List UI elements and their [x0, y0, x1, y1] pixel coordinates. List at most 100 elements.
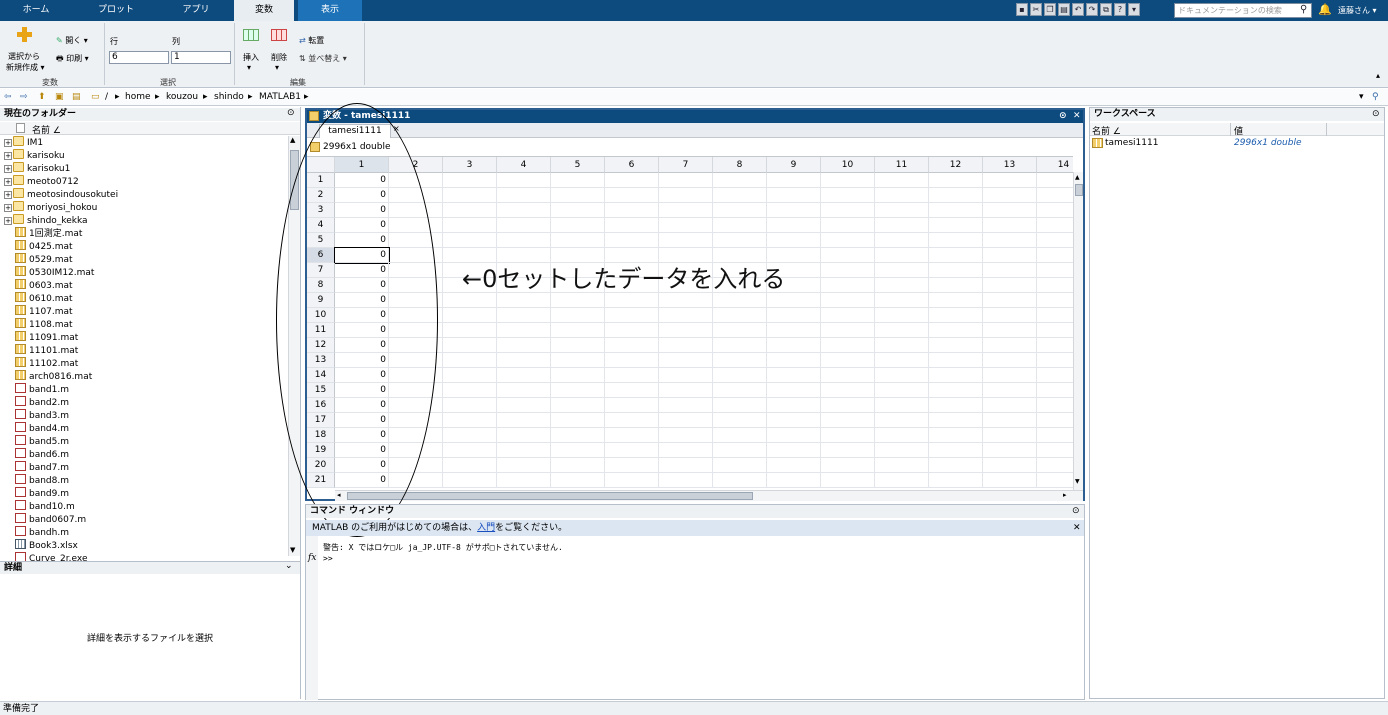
column-header[interactable]: 14	[1037, 157, 1073, 173]
insert-dropdown-arrow[interactable]: ▾	[247, 63, 251, 72]
grid-cell[interactable]	[821, 368, 875, 383]
expand-icon[interactable]: +	[4, 191, 12, 199]
grid-cell[interactable]	[713, 173, 767, 188]
panel-options-icon[interactable]: ⊙	[1072, 506, 1080, 516]
grid-cell[interactable]	[875, 173, 929, 188]
tab-home[interactable]: ホーム	[0, 0, 72, 21]
grid-cell[interactable]	[659, 383, 713, 398]
grid-cell[interactable]	[875, 188, 929, 203]
grid-cell[interactable]	[875, 278, 929, 293]
undo-icon[interactable]: ↶	[1072, 3, 1084, 16]
scroll-thumb[interactable]	[1075, 184, 1083, 196]
list-item[interactable]: 11101.mat	[15, 344, 78, 357]
grid-cell[interactable]	[713, 458, 767, 473]
grid-cell[interactable]	[497, 308, 551, 323]
grid-cell[interactable]	[767, 368, 821, 383]
grid-cell[interactable]	[659, 323, 713, 338]
grid-cell[interactable]	[551, 383, 605, 398]
column-header[interactable]: 3	[443, 157, 497, 173]
list-item[interactable]: band2.m	[15, 396, 69, 409]
grid-cell[interactable]	[983, 458, 1037, 473]
folder-column-header[interactable]: 名前 ∠	[0, 122, 300, 136]
workspace-name-header[interactable]: 名前 ∠	[1092, 124, 1121, 137]
grid-cell[interactable]	[551, 443, 605, 458]
grid-cell[interactable]	[1037, 218, 1073, 233]
search-folder-icon[interactable]: ⚲	[1372, 92, 1379, 102]
grid-cell[interactable]	[443, 368, 497, 383]
grid-cell[interactable]	[767, 293, 821, 308]
grid-cell[interactable]	[929, 233, 983, 248]
column-header[interactable]: 6	[605, 157, 659, 173]
paste-icon[interactable]: ▤	[1058, 3, 1070, 16]
grid-cell[interactable]	[767, 413, 821, 428]
delete-dropdown-arrow[interactable]: ▾	[275, 63, 279, 72]
grid-cell[interactable]	[1037, 308, 1073, 323]
scroll-thumb[interactable]	[347, 492, 753, 500]
grid-cell[interactable]	[929, 413, 983, 428]
grid-cell[interactable]	[929, 173, 983, 188]
grid-cell[interactable]	[767, 353, 821, 368]
grid-cell[interactable]	[443, 218, 497, 233]
list-item[interactable]: band1.m	[15, 383, 69, 396]
tab-variable[interactable]: 変数	[234, 0, 294, 21]
grid-cell[interactable]	[875, 428, 929, 443]
grid-cell[interactable]	[443, 323, 497, 338]
list-item[interactable]: band6.m	[15, 448, 69, 461]
grid-cell[interactable]	[767, 473, 821, 488]
grid-cell[interactable]	[767, 323, 821, 338]
list-item[interactable]: band4.m	[15, 422, 69, 435]
browse-folder-icon[interactable]: ▣	[55, 92, 64, 102]
grid-cell[interactable]	[443, 173, 497, 188]
panel-options-icon[interactable]: ⊙	[1059, 110, 1067, 123]
list-item[interactable]: Book3.xlsx	[15, 539, 78, 552]
grid-cell[interactable]	[821, 398, 875, 413]
grid-cell[interactable]	[875, 398, 929, 413]
list-item[interactable]: band3.m	[15, 409, 69, 422]
grid-cell[interactable]	[551, 413, 605, 428]
cut-icon[interactable]: ✂	[1030, 3, 1042, 16]
grid-cell[interactable]	[821, 263, 875, 278]
grid-cell[interactable]	[983, 188, 1037, 203]
expand-icon[interactable]: +	[4, 217, 12, 225]
column-header[interactable]: 5	[551, 157, 605, 173]
grid-cell[interactable]	[983, 353, 1037, 368]
grid-cell[interactable]	[767, 188, 821, 203]
grid-cell[interactable]	[983, 428, 1037, 443]
grid-cell[interactable]	[983, 248, 1037, 263]
command-prompt[interactable]: >>	[323, 554, 333, 563]
row-index-input[interactable]: 6	[109, 51, 169, 64]
grid-cell[interactable]	[551, 173, 605, 188]
grid-cell[interactable]	[821, 323, 875, 338]
grid-cell[interactable]	[713, 368, 767, 383]
grid-cell[interactable]	[443, 338, 497, 353]
scroll-down-arrow[interactable]: ▼	[1075, 478, 1080, 485]
transpose-button[interactable]: ⇄ 転置	[299, 35, 324, 46]
grid-cell[interactable]	[767, 458, 821, 473]
grid-cell[interactable]	[875, 383, 929, 398]
list-item[interactable]: 0530IM12.mat	[15, 266, 94, 279]
grid-cell[interactable]	[983, 278, 1037, 293]
grid-cell[interactable]	[443, 188, 497, 203]
new-from-selection-button-line1[interactable]: 選択から	[8, 51, 40, 62]
grid-cell[interactable]	[605, 458, 659, 473]
grid-cell[interactable]	[1037, 473, 1073, 488]
grid-cell[interactable]	[929, 278, 983, 293]
grid-cell[interactable]	[713, 203, 767, 218]
list-item[interactable]: 1回測定.mat	[15, 227, 82, 240]
grid-cell[interactable]	[929, 398, 983, 413]
getting-started-link[interactable]: 入門	[477, 523, 495, 533]
grid-cell[interactable]	[983, 323, 1037, 338]
workspace-row[interactable]: tamesi1111 2996x1 double	[1090, 137, 1384, 150]
grid-cell[interactable]	[983, 413, 1037, 428]
grid-cell[interactable]	[551, 398, 605, 413]
column-header[interactable]: 13	[983, 157, 1037, 173]
grid-cell[interactable]	[875, 413, 929, 428]
grid-cell[interactable]	[659, 173, 713, 188]
insert-button[interactable]: 挿入	[243, 52, 259, 63]
grid-cell[interactable]	[1037, 203, 1073, 218]
breadcrumb-home[interactable]: home	[125, 92, 151, 102]
grid-cell[interactable]	[929, 338, 983, 353]
grid-cell[interactable]	[551, 473, 605, 488]
grid-cell[interactable]	[821, 353, 875, 368]
grid-cell[interactable]	[497, 218, 551, 233]
